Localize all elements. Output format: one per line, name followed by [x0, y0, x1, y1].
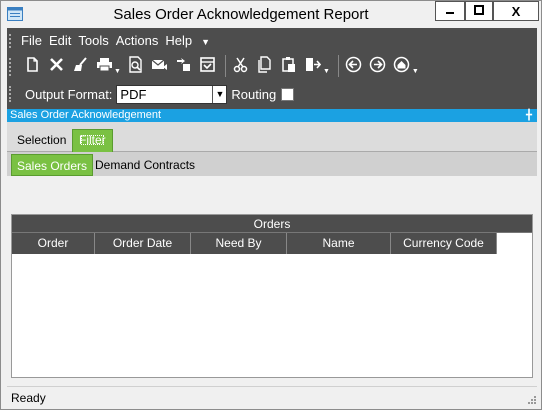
menu-file[interactable]: File — [21, 33, 42, 48]
menu-grip[interactable] — [9, 34, 13, 48]
delete-icon — [48, 56, 65, 76]
resize-grip-icon[interactable] — [525, 393, 537, 405]
menu-help-label: Help — [165, 33, 193, 48]
back-icon — [345, 56, 362, 76]
paste-icon — [280, 56, 297, 76]
toolbar-overflow-icon[interactable]: ▼ — [412, 68, 419, 75]
toolbar: ▼ ▼ ▼ — [21, 54, 423, 78]
title-bar: Sales Order Acknowledgement Report X — [1, 1, 541, 28]
forward-button[interactable] — [367, 55, 389, 77]
column-header-currency-code[interactable]: Currency Code — [391, 233, 497, 254]
menu-tools[interactable]: Tools — [78, 33, 108, 48]
generate-button[interactable] — [173, 55, 195, 77]
toolbar-separator — [337, 55, 339, 77]
panel-header: Sales Order Acknowledgement ╋ — [7, 109, 537, 122]
forward-icon — [369, 56, 386, 76]
print-preview-icon — [127, 56, 144, 76]
print-preview-button[interactable] — [125, 55, 147, 77]
menu-overflow-icon: ▼ — [201, 37, 211, 47]
copy-button[interactable] — [254, 55, 276, 77]
close-button[interactable]: X — [493, 1, 539, 21]
clear-button[interactable] — [69, 55, 91, 77]
toolbar-separator — [224, 55, 226, 77]
maximize-button[interactable] — [465, 1, 493, 21]
routing-checkbox[interactable] — [281, 87, 295, 101]
column-header-name[interactable]: Name — [287, 233, 391, 254]
panel-title: Sales Order Acknowledgement — [10, 109, 162, 121]
back-button[interactable] — [343, 55, 365, 77]
pin-icon[interactable]: ╋ — [526, 109, 532, 122]
output-row: Output Format: PDF ▼ Routing — [25, 84, 295, 104]
minimize-icon — [445, 4, 455, 18]
chevron-down-icon[interactable]: ▼ — [212, 85, 227, 103]
exit-icon — [304, 56, 322, 76]
status-bar: Ready — [7, 386, 537, 405]
sub-tabs: Sales Orders Demand Contracts — [7, 152, 537, 176]
schedule-button[interactable] — [197, 55, 219, 77]
tab-filter-label: Filter — [79, 133, 106, 147]
output-format-label: Output Format: — [25, 86, 113, 102]
menu-actions[interactable]: Actions — [116, 33, 159, 48]
home-icon — [393, 56, 410, 76]
maximize-icon — [474, 4, 484, 18]
cut-icon — [232, 56, 249, 76]
app-window: Sales Order Acknowledgement Report X Fil… — [0, 0, 542, 410]
paste-button[interactable] — [278, 55, 300, 77]
tab-demand-contracts[interactable]: Demand Contracts — [90, 154, 200, 176]
print-dropdown-icon[interactable]: ▼ — [114, 68, 121, 75]
menu-help[interactable]: Help ▼ — [165, 33, 217, 48]
output-grip[interactable] — [9, 86, 13, 102]
new-button[interactable] — [21, 55, 43, 77]
column-header-order-date[interactable]: Order Date — [95, 233, 191, 254]
menu-bar: File Edit Tools Actions Help ▼ — [21, 33, 224, 48]
minimize-button[interactable] — [435, 1, 465, 21]
column-header-need-by[interactable]: Need By — [191, 233, 287, 254]
toolbar-grip[interactable] — [9, 58, 13, 76]
print-icon — [96, 56, 113, 76]
email-button[interactable] — [149, 55, 171, 77]
grid-title: Orders — [12, 215, 532, 233]
email-icon — [151, 56, 168, 76]
tab-body: Orders Order Order Date Need By Name Cur… — [7, 176, 537, 404]
generate-icon — [175, 56, 192, 76]
grid-header-row: Order Order Date Need By Name Currency C… — [12, 233, 497, 254]
tab-sales-orders[interactable]: Sales Orders — [11, 154, 94, 176]
home-button[interactable] — [391, 55, 413, 77]
routing-label: Routing — [231, 86, 277, 102]
column-header-order[interactable]: Order — [12, 233, 95, 254]
main-tabs: Selection Filter — [7, 122, 537, 152]
exit-dropdown-icon[interactable]: ▼ — [323, 68, 330, 75]
output-format-value: PDF — [120, 86, 147, 102]
output-format-select[interactable]: PDF ▼ — [116, 84, 228, 104]
tab-selection[interactable]: Selection — [11, 130, 72, 152]
exit-button[interactable] — [302, 55, 324, 77]
cut-button[interactable] — [230, 55, 252, 77]
main-content: Selection Filter Sales Orders Demand Con… — [7, 122, 537, 404]
menu-edit[interactable]: Edit — [49, 33, 71, 48]
status-text: Ready — [11, 391, 46, 405]
orders-grid[interactable]: Orders Order Order Date Need By Name Cur… — [11, 214, 533, 378]
close-icon: X — [511, 3, 521, 19]
print-button[interactable] — [93, 55, 115, 77]
schedule-icon — [199, 56, 216, 76]
new-icon — [24, 56, 41, 76]
tab-filter[interactable]: Filter — [72, 129, 113, 152]
clear-icon — [72, 56, 89, 76]
menu-toolbar-area: File Edit Tools Actions Help ▼ ▼ ▼ ▼ Out… — [7, 28, 537, 109]
delete-button[interactable] — [45, 55, 67, 77]
copy-icon — [256, 56, 273, 76]
